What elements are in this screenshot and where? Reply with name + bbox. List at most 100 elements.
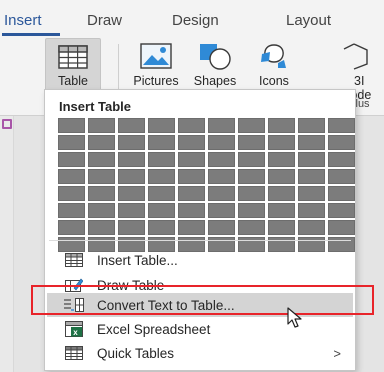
table-grid-cell[interactable]: [148, 203, 175, 218]
table-grid-cell[interactable]: [268, 169, 295, 184]
menu-insert-table[interactable]: Insert Table...: [47, 248, 353, 272]
table-grid-cell[interactable]: [298, 203, 325, 218]
table-grid-cell[interactable]: [178, 152, 205, 167]
table-grid-cell[interactable]: [208, 186, 235, 201]
table-grid-cell[interactable]: [118, 118, 145, 133]
icons-label: Icons: [259, 74, 289, 88]
table-grid-cell[interactable]: [328, 135, 355, 150]
table-grid-cell[interactable]: [148, 169, 175, 184]
table-size-grid[interactable]: [58, 118, 355, 252]
table-grid-cell[interactable]: [298, 118, 325, 133]
table-grid-cell[interactable]: [118, 152, 145, 167]
icons-button[interactable]: Icons: [250, 40, 298, 88]
table-grid-cell[interactable]: [268, 152, 295, 167]
pictures-icon: [140, 40, 172, 72]
table-grid-cell[interactable]: [88, 118, 115, 133]
table-grid-cell[interactable]: [178, 220, 205, 235]
menu-excel-spreadsheet-label: Excel Spreadsheet: [97, 321, 211, 337]
table-grid-cell[interactable]: [118, 169, 145, 184]
table-grid-cell[interactable]: [268, 118, 295, 133]
menu-separator: [49, 240, 351, 241]
table-grid-cell[interactable]: [148, 135, 175, 150]
ribbon-tab-bar: Insert Draw Design Layout: [0, 0, 384, 38]
table-grid-cell[interactable]: [118, 186, 145, 201]
table-grid-cell[interactable]: [88, 186, 115, 201]
table-grid-cell[interactable]: [208, 152, 235, 167]
table-grid-cell[interactable]: [58, 118, 85, 133]
pictures-label: Pictures: [133, 74, 179, 88]
table-grid-cell[interactable]: [58, 203, 85, 218]
table-grid-cell[interactable]: [298, 152, 325, 167]
table-grid-cell[interactable]: [148, 220, 175, 235]
tab-design[interactable]: Design: [172, 12, 219, 29]
table-grid-cell[interactable]: [328, 203, 355, 218]
table-grid-cell[interactable]: [238, 203, 265, 218]
table-grid-cell[interactable]: [238, 186, 265, 201]
table-grid-cell[interactable]: [88, 220, 115, 235]
table-grid-cell[interactable]: [118, 203, 145, 218]
table-grid-cell[interactable]: [298, 186, 325, 201]
table-grid-cell[interactable]: [268, 203, 295, 218]
table-grid-cell[interactable]: [238, 220, 265, 235]
document-left-margin: [0, 116, 14, 372]
table-grid-cell[interactable]: [88, 152, 115, 167]
table-grid-cell[interactable]: [178, 186, 205, 201]
table-grid-cell[interactable]: [208, 118, 235, 133]
table-grid-cell[interactable]: [118, 220, 145, 235]
table-grid-cell[interactable]: [178, 169, 205, 184]
mouse-pointer-icon: [287, 307, 302, 328]
3d-models-icon: [340, 40, 368, 72]
table-grid-cell[interactable]: [298, 220, 325, 235]
tab-insert[interactable]: Insert: [4, 12, 42, 29]
table-grid-cell[interactable]: [58, 152, 85, 167]
table-grid-cell[interactable]: [118, 135, 145, 150]
table-grid-cell[interactable]: [58, 186, 85, 201]
insert-table-title: Insert Table: [59, 99, 132, 114]
table-grid-cell[interactable]: [58, 169, 85, 184]
icons-icon: [258, 40, 290, 72]
table-grid-cell[interactable]: [58, 135, 85, 150]
table-grid-cell[interactable]: [208, 203, 235, 218]
table-grid-cell[interactable]: [148, 186, 175, 201]
submenu-arrow-icon: >: [333, 345, 341, 361]
table-grid-cell[interactable]: [268, 135, 295, 150]
table-grid-cell[interactable]: [148, 118, 175, 133]
quick-tables-icon: [63, 345, 85, 361]
table-grid-cell[interactable]: [88, 169, 115, 184]
table-button-label: Table: [58, 74, 88, 88]
svg-text:x: x: [73, 328, 78, 337]
table-grid-icon: [58, 41, 88, 72]
insert-table-dropdown: Insert Table Insert Table... Draw Table …: [44, 89, 356, 371]
table-grid-cell[interactable]: [328, 186, 355, 201]
table-grid-cell[interactable]: [178, 118, 205, 133]
highlight-annotation-box: [31, 285, 374, 315]
menu-quick-tables[interactable]: Quick Tables >: [47, 341, 353, 365]
tab-layout[interactable]: Layout: [286, 12, 331, 29]
table-grid-cell[interactable]: [328, 169, 355, 184]
table-grid-cell[interactable]: [268, 220, 295, 235]
table-grid-cell[interactable]: [238, 118, 265, 133]
table-grid-cell[interactable]: [88, 135, 115, 150]
table-grid-cell[interactable]: [298, 169, 325, 184]
table-grid-cell[interactable]: [178, 135, 205, 150]
table-grid-cell[interactable]: [178, 203, 205, 218]
table-grid-cell[interactable]: [328, 118, 355, 133]
table-grid-cell[interactable]: [328, 152, 355, 167]
table-grid-cell[interactable]: [58, 220, 85, 235]
table-grid-cell[interactable]: [208, 169, 235, 184]
table-grid-cell[interactable]: [208, 135, 235, 150]
table-grid-cell[interactable]: [238, 135, 265, 150]
insert-table-icon: [63, 252, 85, 268]
table-grid-cell[interactable]: [148, 152, 175, 167]
table-grid-cell[interactable]: [238, 152, 265, 167]
table-grid-cell[interactable]: [238, 169, 265, 184]
table-grid-cell[interactable]: [208, 220, 235, 235]
menu-quick-tables-label: Quick Tables: [97, 345, 175, 361]
table-grid-cell[interactable]: [298, 135, 325, 150]
table-grid-cell[interactable]: [88, 203, 115, 218]
table-grid-cell[interactable]: [268, 186, 295, 201]
tab-draw[interactable]: Draw: [87, 12, 122, 29]
table-grid-cell[interactable]: [328, 220, 355, 235]
document-marker-icon: [2, 119, 12, 129]
shapes-icon: [198, 40, 232, 72]
